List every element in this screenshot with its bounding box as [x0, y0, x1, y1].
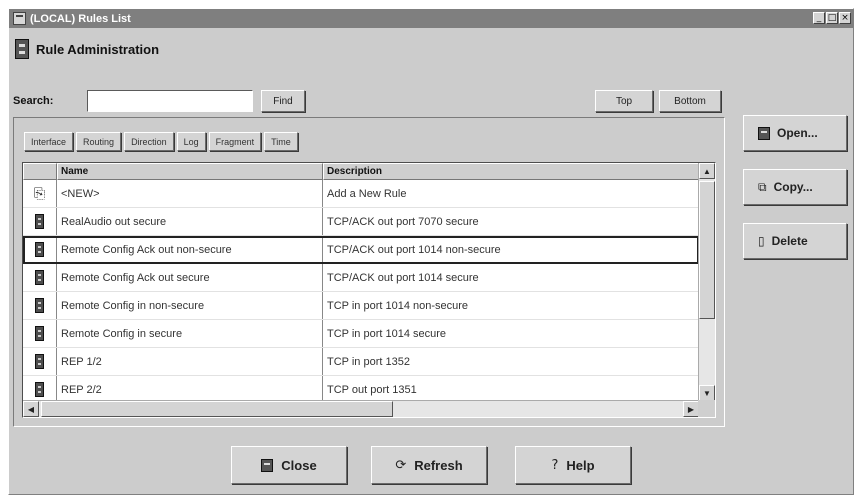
tab-interface[interactable]: Interface [24, 132, 74, 151]
open-button[interactable]: Open... [743, 115, 847, 151]
folder-icon [758, 126, 770, 140]
tab-routing[interactable]: Routing [76, 132, 122, 151]
tab-log[interactable]: Log [176, 132, 206, 151]
table-row[interactable]: Remote Config Ack out secure TCP/ACK out… [23, 264, 699, 292]
rule-name: REP 1/2 [57, 348, 323, 375]
rule-name: Remote Config in secure [57, 320, 323, 347]
table-body: ⎘ <NEW> Add a New Rule RealAudio out sec… [23, 180, 699, 404]
filter-tabs: Interface Routing Direction Log Fragment… [24, 132, 298, 151]
rule-name: Remote Config in non-secure [57, 292, 323, 319]
rule-description: TCP in port 1014 secure [327, 327, 447, 340]
rule-icon [35, 242, 44, 257]
name-column-header[interactable]: Name [57, 163, 323, 180]
bottom-button[interactable]: Bottom [659, 90, 721, 112]
table-row[interactable]: ⎘ <NEW> Add a New Rule [23, 180, 699, 208]
new-rule-icon: ⎘ [33, 185, 46, 201]
scroll-right-button[interactable]: ▶ [683, 401, 699, 417]
rule-description: TCP in port 1014 non-secure [327, 299, 469, 312]
table-header: Name Description [23, 163, 699, 180]
system-menu-icon[interactable] [13, 12, 26, 25]
tab-time[interactable]: Time [264, 132, 298, 151]
rules-list-window: (LOCAL) Rules List _ □ × Rule Administra… [8, 8, 854, 495]
search-input[interactable] [87, 90, 253, 112]
tab-fragment[interactable]: Fragment [208, 132, 262, 151]
open-button-label: Open... [777, 126, 818, 140]
rule-icon [35, 214, 44, 229]
table-row-selected[interactable]: Remote Config Ack out non-secure TCP/ACK… [23, 236, 699, 264]
scroll-up-button[interactable]: ▲ [699, 163, 715, 179]
scroll-down-button[interactable]: ▼ [699, 385, 715, 401]
delete-icon: ▯ [758, 234, 765, 248]
delete-button-label: Delete [771, 234, 808, 248]
title-bar[interactable]: (LOCAL) Rules List _ □ × [9, 9, 853, 28]
search-label: Search: [13, 95, 54, 107]
rule-description: TCP/ACK out port 1014 secure [327, 271, 479, 284]
copy-button[interactable]: ⧉ Copy... [743, 169, 847, 205]
rule-description: TCP/ACK out port 1014 non-secure [327, 243, 501, 256]
minimize-button[interactable]: _ [813, 12, 825, 24]
rule-icon [35, 326, 44, 341]
close-button-label: Close [281, 457, 317, 473]
table-row[interactable]: Remote Config in non-secure TCP in port … [23, 292, 699, 320]
refresh-icon: ⟳ [395, 457, 407, 473]
icon-column-header [23, 163, 57, 180]
rules-panel: Interface Routing Direction Log Fragment… [13, 117, 725, 427]
help-icon: ? [551, 457, 559, 473]
page-header: Rule Administration [15, 39, 159, 59]
rule-name: REP 2/2 [57, 376, 323, 403]
rule-description: Add a New Rule [327, 187, 407, 200]
scroll-corner [698, 400, 715, 417]
rule-icon [35, 298, 44, 313]
close-button[interactable]: Close [231, 446, 347, 484]
refresh-button-label: Refresh [414, 457, 463, 473]
scroll-left-button[interactable]: ◀ [23, 401, 39, 417]
help-button[interactable]: ? Help [515, 446, 631, 484]
top-button[interactable]: Top [595, 90, 653, 112]
rules-table: Name Description ⎘ <NEW> Add a New Rule … [22, 162, 716, 418]
rule-name: Remote Config Ack out secure [57, 264, 323, 291]
rule-icon [35, 270, 44, 285]
description-column-header[interactable]: Description [323, 163, 699, 180]
rule-administration-icon [15, 39, 29, 59]
close-window-button[interactable]: × [839, 12, 851, 24]
delete-button[interactable]: ▯ Delete [743, 223, 847, 259]
vertical-scroll-thumb[interactable] [699, 181, 715, 319]
copy-icon: ⧉ [758, 179, 767, 194]
copy-button-label: Copy... [773, 180, 813, 194]
rule-icon [35, 382, 44, 397]
close-icon [261, 458, 274, 472]
rule-name: RealAudio out secure [57, 208, 323, 235]
page-title: Rule Administration [36, 41, 160, 57]
table-row[interactable]: REP 1/2 TCP in port 1352 [23, 348, 699, 376]
vertical-scrollbar[interactable]: ▲ ▼ [698, 163, 715, 401]
maximize-button[interactable]: □ [826, 12, 838, 24]
table-row[interactable]: RealAudio out secure TCP/ACK out port 70… [23, 208, 699, 236]
rule-name: Remote Config Ack out non-secure [57, 236, 323, 263]
rule-description: TCP in port 1352 [327, 355, 410, 368]
tab-direction[interactable]: Direction [124, 132, 174, 151]
rule-name: <NEW> [57, 180, 323, 207]
table-row[interactable]: Remote Config in secure TCP in port 1014… [23, 320, 699, 348]
help-button-label: Help [566, 457, 595, 473]
rule-description: TCP/ACK out port 7070 secure [327, 215, 479, 228]
refresh-button[interactable]: ⟳ Refresh [371, 446, 487, 484]
horizontal-scroll-thumb[interactable] [41, 401, 393, 417]
rule-description: TCP out port 1351 [327, 383, 417, 396]
window-title: (LOCAL) Rules List [30, 12, 131, 25]
horizontal-scrollbar[interactable]: ◀ ▶ [23, 400, 699, 417]
find-button[interactable]: Find [261, 90, 305, 112]
rule-icon [35, 354, 44, 369]
